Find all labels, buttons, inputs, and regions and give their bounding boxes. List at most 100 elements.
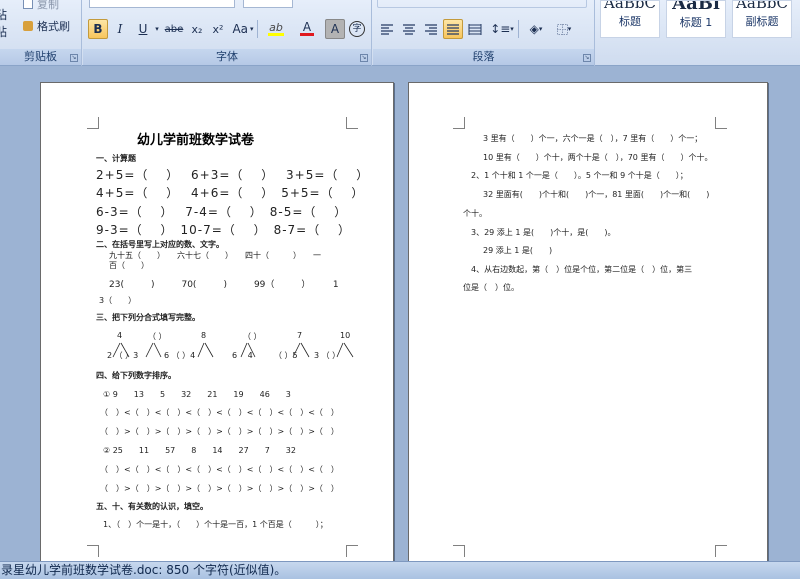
distributed-button[interactable] xyxy=(465,19,485,39)
style-heading1-name: 标题 1 xyxy=(679,16,713,29)
sort-less-row: （ ）<（ ）<（ ）<（ ）<（ ）<（ ）<（ ）<（ ） xyxy=(100,408,339,417)
copy-button[interactable]: 复制 xyxy=(22,0,76,14)
format-painter-icon xyxy=(23,21,33,31)
crop-mark-top-right xyxy=(715,117,727,129)
crop-mark-bottom-left xyxy=(453,545,465,557)
clipboard-group-label: 剪贴板 ↘ xyxy=(0,49,81,65)
borders-button[interactable]: ▾ xyxy=(551,19,577,39)
underline-button[interactable]: U xyxy=(133,19,153,39)
page2-line: 29 添上 1 是( ) xyxy=(483,246,553,255)
style-subtitle-name: 副标题 xyxy=(745,15,779,28)
split-bottom: 3 （ ） xyxy=(314,351,341,360)
font-color-label: A xyxy=(302,20,312,34)
crop-mark-bottom-right xyxy=(715,545,727,557)
section2-heading: 二、在括号里写上对应的数、文字。 xyxy=(96,240,224,249)
copy-label: 复制 xyxy=(37,0,59,11)
split-bottom: 6 （ ）4 xyxy=(164,351,196,360)
document-page-1[interactable]: 幼儿学前班数学试卷 一、计算题 2+5=（ ） 6+3=（ ） 3+5=（ ） … xyxy=(40,82,394,564)
line-spacing-button[interactable]: ↕≡ ▾ xyxy=(489,19,515,39)
font-launcher-icon[interactable]: ↘ xyxy=(360,54,368,62)
page2-line: 4、从右边数起，第（ ）位是个位，第二位是（ ）位，第三 xyxy=(471,265,693,274)
italic-button[interactable]: I xyxy=(110,19,130,39)
borders-icon xyxy=(556,23,568,35)
font-group: B I U ▾ abe x₂ x² Aa ▾ ab A A 字 字体 ↘ xyxy=(83,0,372,66)
align-right-icon xyxy=(425,24,437,35)
strikethrough-button[interactable]: abe xyxy=(163,19,185,39)
paragraph-group-label: 段落 ↘ xyxy=(373,49,594,65)
font-separator xyxy=(257,20,258,38)
sort-numbers-1: ① 9 13 5 32 21 19 46 3 xyxy=(103,390,291,399)
style-subtitle-sample: AaBbC xyxy=(736,0,788,12)
style-title-name: 标题 xyxy=(619,15,641,28)
font-name-combo[interactable] xyxy=(89,0,235,8)
paint-bucket-icon: ◈ xyxy=(529,22,539,36)
page2-line: 3 里有（ ）个一，六个一是（ ），7 里有（ ）个一； xyxy=(483,134,703,143)
section1-heading: 一、计算题 xyxy=(96,154,136,163)
format-painter-label: 格式刷 xyxy=(37,20,70,33)
sort-greater-row: （ ）>（ ）>（ ）>（ ）>（ ）>（ ）>（ ）>（ ） xyxy=(100,427,339,436)
superscript-button[interactable]: x² xyxy=(208,19,228,39)
style-subtitle[interactable]: AaBbC 副标题 xyxy=(732,0,792,38)
shading-button[interactable]: ◈ ▾ xyxy=(523,19,549,39)
font-color-swatch-icon xyxy=(300,33,314,36)
clipboard-group: 粘贴 复制 格式刷 剪贴板 ↘ xyxy=(0,0,82,66)
split-bottom: 6 4 xyxy=(232,351,253,360)
paragraph-group: ↕≡ ▾ ◈ ▾ ▾ 段落 ↘ xyxy=(373,0,595,66)
font-group-label: 字体 ↘ xyxy=(83,49,371,65)
calc-row: 9-3=（ ） 10-7=（ ） 8-7=（ ） xyxy=(96,223,352,237)
document-title: 幼儿学前班数学试卷 xyxy=(137,133,255,148)
change-case-button[interactable]: Aa ▾ xyxy=(230,19,256,39)
page2-line: 位是（ ）位。 xyxy=(463,283,519,292)
copy-icon xyxy=(23,0,33,9)
calc-row: 2+5=（ ） 6+3=（ ） 3+5=（ ） xyxy=(96,168,370,182)
paste-button[interactable]: 粘贴 xyxy=(0,8,16,39)
crop-mark-top-right xyxy=(346,117,358,129)
paragraph-separator xyxy=(518,20,519,38)
sort-numbers-2: ② 25 11 57 8 14 27 7 32 xyxy=(103,446,296,455)
char-shading-button[interactable]: A xyxy=(325,19,345,39)
distributed-icon xyxy=(468,24,482,35)
justify-button[interactable] xyxy=(443,19,463,39)
page2-line: 个十。 xyxy=(463,209,487,218)
section4-heading: 四、给下列数字排序。 xyxy=(96,371,176,380)
style-heading1[interactable]: AaBl 标题 1 xyxy=(666,0,726,38)
align-left-button[interactable] xyxy=(377,19,397,39)
section3-heading: 三、把下列分合式填写完整。 xyxy=(96,313,200,322)
section2-line: 3（ ） xyxy=(99,296,137,305)
enclose-char-icon: 字 xyxy=(349,21,365,37)
calc-row: 6-3=（ ） 7-4=（ ） 8-5=（ ） xyxy=(96,205,348,219)
underline-dropdown-icon[interactable]: ▾ xyxy=(153,19,161,39)
chevron-down-icon: ▾ xyxy=(567,25,572,33)
chevron-down-icon: ▾ xyxy=(250,25,254,33)
style-title[interactable]: AaBbC 标题 xyxy=(600,0,660,38)
crop-mark-bottom-left xyxy=(87,545,99,557)
section5-heading: 五、十、有关数的认识，填空。 xyxy=(96,502,208,511)
page2-line: 2、1 个十和 1 个一是（ ）。5 个一和 9 个十是（ ）； xyxy=(471,171,688,180)
paragraph-launcher-icon[interactable]: ↘ xyxy=(583,54,591,62)
style-title-sample: AaBbC xyxy=(604,0,656,12)
crop-mark-top-left xyxy=(453,117,465,129)
document-page-2[interactable]: 3 里有（ ）个一，六个一是（ ），7 里有（ ）个一； 10 里有（ ）个十，… xyxy=(408,82,768,564)
section2-line: 百（ ） xyxy=(109,261,149,270)
enclose-char-button[interactable]: 字 xyxy=(347,19,367,39)
align-center-button[interactable] xyxy=(399,19,419,39)
section5-line: 1、（ ）个一是十，（ ）个十是一百，1 个百是（ ）； xyxy=(103,520,328,529)
align-right-button[interactable] xyxy=(421,19,441,39)
change-case-label: Aa xyxy=(232,22,249,36)
font-color-button[interactable]: A xyxy=(293,19,321,39)
highlight-button[interactable]: ab xyxy=(261,19,291,39)
format-painter-button[interactable]: 格式刷 xyxy=(22,16,80,36)
page2-line: 3、29 添上 1 是( )个十，是( )。 xyxy=(471,228,616,237)
clipboard-launcher-icon[interactable]: ↘ xyxy=(70,54,78,62)
calc-row: 4+5=（ ） 4+6=（ ） 5+5=（ ） xyxy=(96,186,365,200)
page2-line: 32 里面有( )个十和( )个一，81 里面( )个一和( ) xyxy=(483,190,710,199)
justify-icon xyxy=(447,24,459,35)
paragraph-top-row xyxy=(377,0,587,8)
line-spacing-icon: ↕≡ xyxy=(490,22,511,36)
bold-button[interactable]: B xyxy=(88,19,108,39)
sort-greater-row: （ ）>（ ）>（ ）>（ ）>（ ）>（ ）>（ ）>（ ） xyxy=(100,484,339,493)
styles-group: AaBbC 标题 AaBl 标题 1 AaBbC 副标题 xyxy=(596,0,800,66)
highlight-color-icon xyxy=(268,32,284,36)
subscript-button[interactable]: x₂ xyxy=(187,19,207,39)
font-size-combo[interactable] xyxy=(243,0,293,8)
